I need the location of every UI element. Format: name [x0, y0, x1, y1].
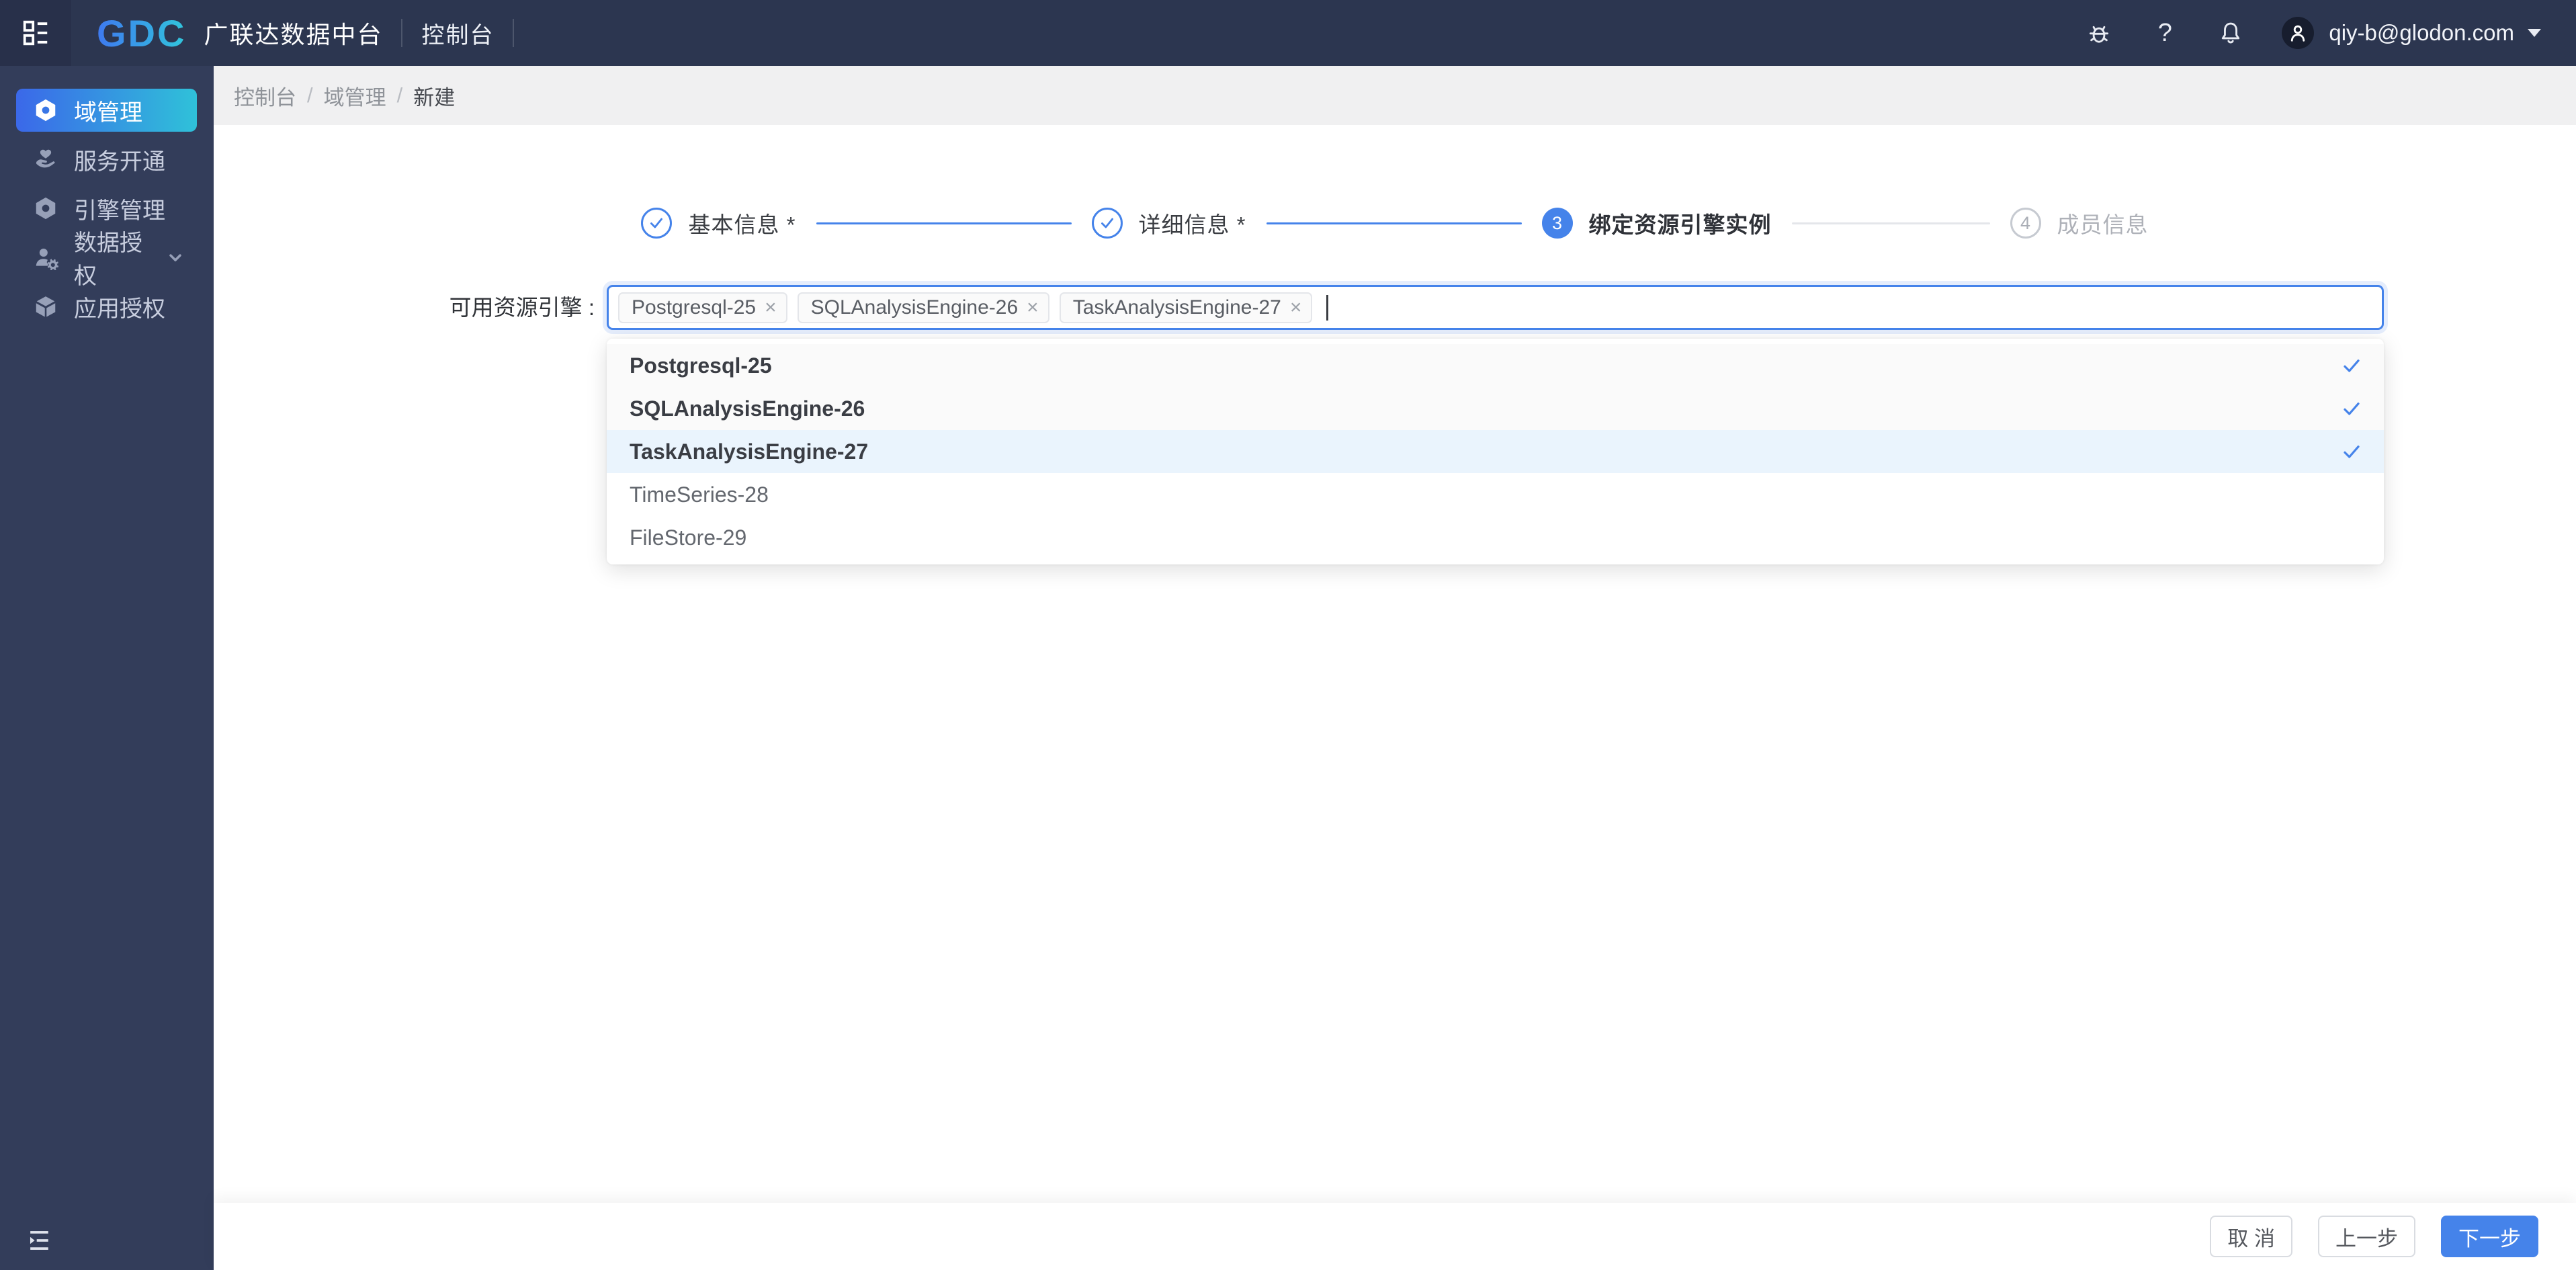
- step-bind-resource-engines: 3 绑定资源引擎实例: [1542, 207, 1772, 239]
- wizard-stepper: 基本信息 * 详细信息 * 3 绑定资源引擎实例 4 成员信息: [214, 207, 2576, 239]
- resource-engine-label: 可用资源引擎 :: [214, 285, 607, 330]
- sidebar-item-engine-management[interactable]: 引擎管理: [16, 187, 197, 230]
- dropdown-option-highlighted[interactable]: TaskAnalysisEngine-27: [607, 430, 2384, 473]
- step-label: 绑定资源引擎实例: [1589, 207, 1772, 239]
- sidebar-item-label: 域管理: [74, 94, 142, 127]
- step-check-icon: [641, 208, 672, 239]
- step-detail-info[interactable]: 详细信息 *: [1092, 207, 1246, 239]
- sidebar-item-data-authorization[interactable]: 数据授权: [16, 236, 197, 279]
- notification-bell-icon[interactable]: [2217, 19, 2244, 46]
- tag-remove-icon[interactable]: ×: [1290, 298, 1302, 318]
- sidebar-item-domain-management[interactable]: 域管理: [16, 89, 197, 132]
- step-number: 3: [1542, 208, 1573, 239]
- sidebar-item-label: 引擎管理: [74, 192, 165, 225]
- layout-menu-icon: [20, 17, 51, 48]
- menu-toggle-button[interactable]: [0, 0, 71, 66]
- step-number: 4: [2010, 208, 2041, 239]
- option-label: TaskAnalysisEngine-27: [630, 439, 868, 464]
- user-gear-icon: [32, 244, 59, 271]
- dropdown-option[interactable]: SQLAnalysisEngine-26: [607, 387, 2384, 430]
- option-label: FileStore-29: [630, 525, 746, 550]
- user-menu-caret-icon[interactable]: [2528, 29, 2541, 37]
- step-basic-info[interactable]: 基本信息 *: [641, 207, 796, 239]
- step-check-icon: [1092, 208, 1123, 239]
- selected-tag: Postgresql-25 ×: [618, 292, 787, 323]
- step-label: 成员信息: [2057, 207, 2149, 239]
- tag-label: TaskAnalysisEngine-27: [1073, 296, 1281, 319]
- sidebar-collapse-icon[interactable]: [24, 1226, 54, 1255]
- resource-engine-dropdown: Postgresql-25 SQLAnalysisEngine-26 TaskA…: [607, 339, 2384, 564]
- topbar: GDC 广联达数据中台 控制台 ? qiy-b@glodon.com: [0, 0, 2576, 66]
- step-connector: [816, 222, 1072, 224]
- main-content: 控制台 / 域管理 / 新建 基本信息 * 详细信息 *: [214, 66, 2576, 1270]
- sidebar-item-label: 应用授权: [74, 290, 165, 323]
- product-name: 广联达数据中台: [204, 15, 382, 50]
- breadcrumb-separator: /: [397, 83, 403, 108]
- dropdown-option[interactable]: Postgresql-25: [607, 344, 2384, 387]
- breadcrumb-current-new: 新建: [413, 81, 455, 111]
- tag-remove-icon[interactable]: ×: [1027, 298, 1039, 318]
- next-step-button[interactable]: 下一步: [2441, 1216, 2538, 1257]
- sidebar-item-label: 服务开通: [74, 143, 165, 176]
- chevron-down-icon[interactable]: [166, 248, 185, 267]
- selected-tag: SQLAnalysisEngine-26 ×: [798, 292, 1049, 323]
- topbar-divider: [513, 19, 514, 47]
- step-label: 详细信息 *: [1139, 207, 1246, 239]
- hexagon-dot-icon: [32, 195, 59, 222]
- step-connector: [1266, 222, 1522, 224]
- option-label: Postgresql-25: [630, 353, 772, 378]
- sidebar-item-label: 数据授权: [74, 224, 151, 290]
- breadcrumb-domain-management[interactable]: 域管理: [324, 81, 386, 111]
- option-label: TimeSeries-28: [630, 482, 769, 507]
- selected-tag: TaskAnalysisEngine-27 ×: [1060, 292, 1313, 323]
- check-icon: [2341, 441, 2362, 462]
- step-connector: [1792, 222, 1990, 224]
- dropdown-option[interactable]: TimeSeries-28: [607, 473, 2384, 516]
- option-label: SQLAnalysisEngine-26: [630, 396, 865, 421]
- dropdown-option[interactable]: FileStore-29: [607, 516, 2384, 559]
- cube-icon: [32, 293, 59, 320]
- user-avatar[interactable]: [2282, 17, 2314, 49]
- wizard-footer: 取 消 上一步 下一步: [214, 1203, 2576, 1270]
- sidebar-item-app-authorization[interactable]: 应用授权: [16, 285, 197, 328]
- hexagon-dot-icon: [32, 97, 59, 124]
- sidebar: 域管理 服务开通 引擎管理: [0, 66, 214, 1270]
- previous-step-button[interactable]: 上一步: [2318, 1216, 2415, 1257]
- step-label: 基本信息 *: [688, 207, 796, 239]
- step-member-info: 4 成员信息: [2010, 207, 2149, 239]
- breadcrumb-separator: /: [307, 83, 313, 108]
- cancel-button[interactable]: 取 消: [2210, 1216, 2292, 1257]
- sidebar-item-service-activation[interactable]: 服务开通: [16, 138, 197, 181]
- brand-logo: GDC: [97, 11, 186, 55]
- user-email[interactable]: qiy-b@glodon.com: [2329, 20, 2514, 46]
- breadcrumb-console[interactable]: 控制台: [234, 81, 296, 111]
- user-icon: [2286, 22, 2309, 44]
- topnav-console[interactable]: 控制台: [421, 17, 494, 50]
- help-icon[interactable]: ?: [2151, 19, 2178, 46]
- tag-remove-icon[interactable]: ×: [765, 298, 777, 318]
- text-cursor: [1326, 295, 1328, 321]
- hand-heart-icon: [32, 146, 59, 173]
- tag-label: Postgresql-25: [632, 296, 756, 319]
- form-row-resource-engines: 可用资源引擎 : Postgresql-25 × SQLAnalysisEngi…: [214, 285, 2576, 330]
- topbar-divider: [401, 19, 402, 47]
- check-icon: [2341, 355, 2362, 376]
- check-icon: [2341, 398, 2362, 419]
- bug-report-icon[interactable]: [2086, 19, 2112, 46]
- resource-engine-multiselect[interactable]: Postgresql-25 × SQLAnalysisEngine-26 × T…: [607, 285, 2384, 330]
- breadcrumb: 控制台 / 域管理 / 新建: [214, 66, 2576, 125]
- tag-label: SQLAnalysisEngine-26: [811, 296, 1019, 319]
